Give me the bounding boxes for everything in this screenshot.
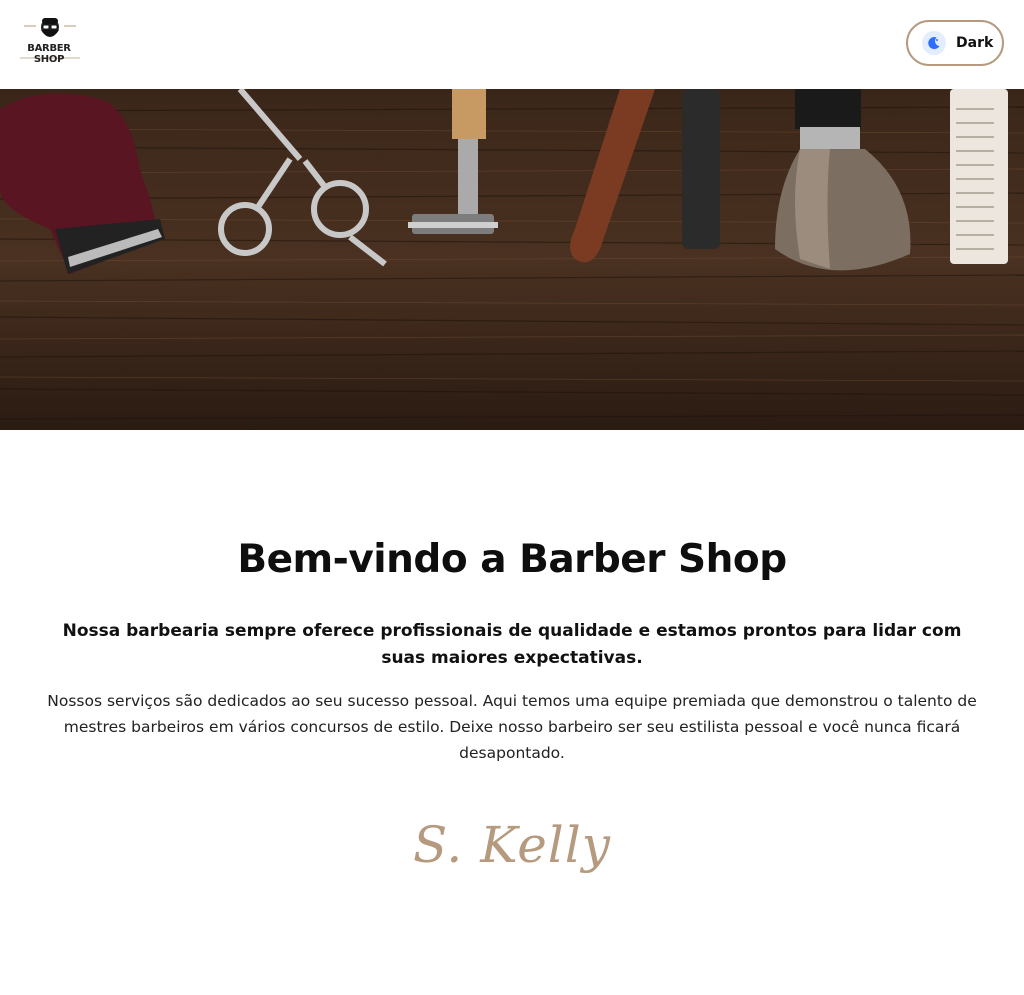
welcome-section: Bem-vindo a Barber Shop Nossa barbearia … (0, 430, 1024, 874)
page-title: Bem-vindo a Barber Shop (237, 537, 787, 582)
lead-paragraph: Nossa barbearia sempre oferece profissio… (62, 621, 962, 668)
header: BARBER SHOP Dark (0, 0, 1024, 89)
moon-icon (922, 31, 946, 55)
logo-text: BARBER SHOP (27, 43, 71, 65)
signature: S. Kelly (412, 816, 612, 874)
toggle-label: Dark (956, 35, 994, 51)
body-paragraph: Nossos serviços são dedicados ao seu suc… (47, 692, 977, 762)
hero-image (0, 89, 1024, 430)
dark-mode-toggle[interactable]: Dark (906, 20, 1004, 66)
barber-shop-logo[interactable]: BARBER SHOP (14, 14, 86, 70)
